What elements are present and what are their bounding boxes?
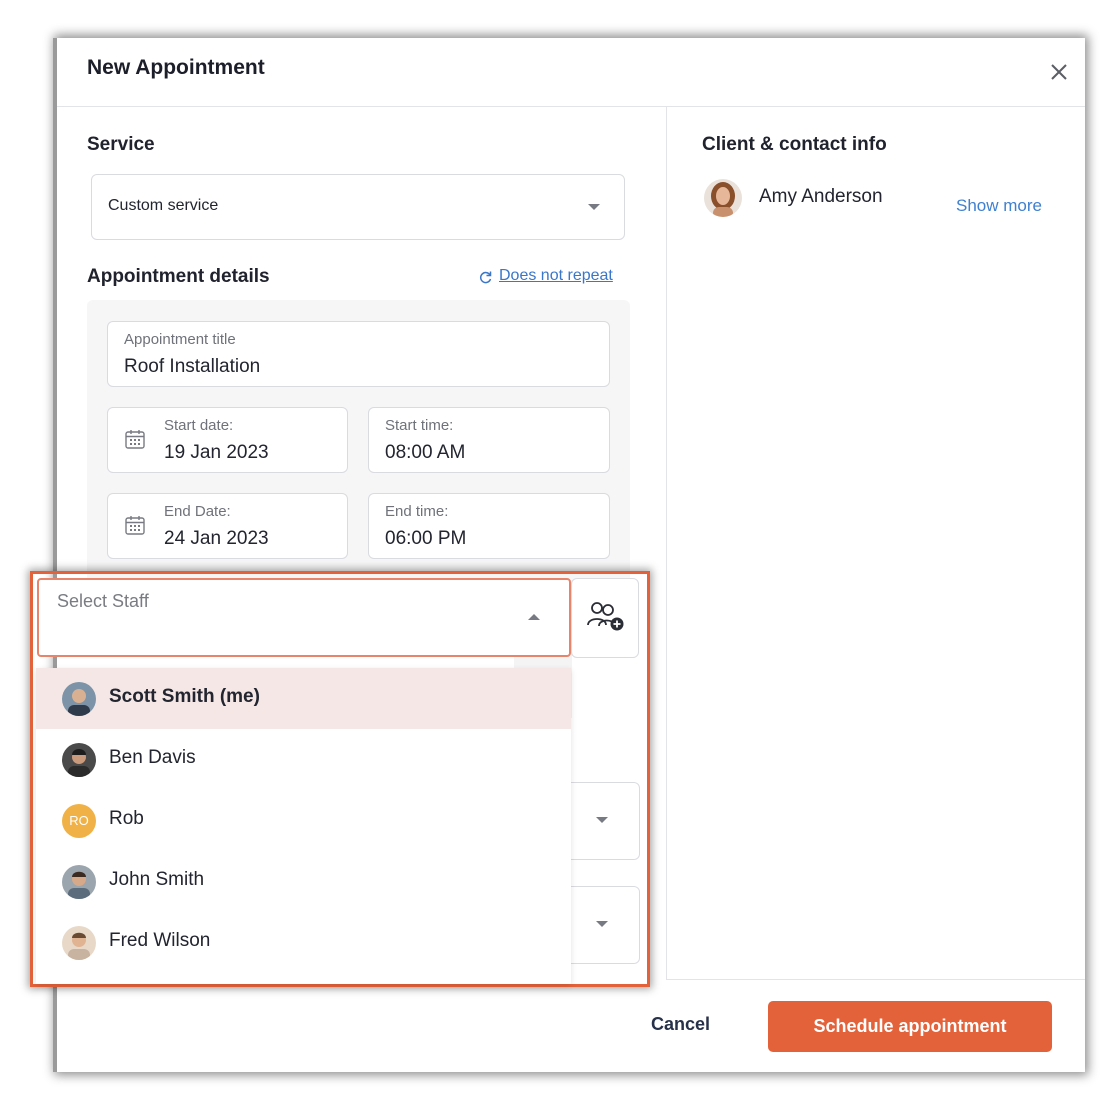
- staff-avatar: [62, 865, 96, 899]
- modal-header: New Appointment: [57, 38, 1085, 107]
- calendar-icon: [125, 430, 145, 449]
- staff-avatar: [62, 682, 96, 716]
- appointment-details-panel: Appointment title Roof Installation Star…: [87, 300, 630, 590]
- close-icon: [1051, 64, 1067, 80]
- staff-avatar: [62, 926, 96, 960]
- appointment-details-heading: Appointment details: [87, 266, 270, 287]
- chevron-up-icon: [528, 614, 540, 620]
- staff-option-name: Ben Davis: [109, 747, 196, 768]
- cancel-button[interactable]: Cancel: [651, 1014, 710, 1035]
- service-heading: Service: [87, 134, 155, 155]
- staff-option-name: Scott Smith (me): [109, 686, 260, 707]
- client-name: Amy Anderson: [759, 186, 883, 207]
- staff-option[interactable]: Fred Wilson: [36, 912, 571, 973]
- client-avatar: [704, 179, 742, 217]
- repeat-link[interactable]: Does not repeat: [499, 267, 613, 285]
- start-date-label: Start date:: [164, 417, 234, 434]
- staff-option[interactable]: Scott Smith (me): [36, 668, 571, 729]
- staff-option-name: Rob: [109, 808, 144, 829]
- repeat-icon: [479, 271, 492, 284]
- close-button[interactable]: [1045, 58, 1073, 86]
- staff-option[interactable]: John Smith: [36, 851, 571, 912]
- end-time-label: End time:: [385, 503, 449, 520]
- add-staff-button[interactable]: [571, 578, 639, 658]
- service-select[interactable]: Custom service: [91, 174, 625, 240]
- start-time-value: 08:00 AM: [385, 442, 466, 463]
- start-time-label: Start time:: [385, 417, 454, 434]
- add-user-icon: [587, 602, 624, 631]
- schedule-appointment-button[interactable]: Schedule appointment: [768, 1001, 1052, 1052]
- staff-option[interactable]: Ben Davis: [36, 729, 571, 790]
- start-date-field[interactable]: Start date: 19 Jan 2023: [107, 407, 348, 473]
- show-more-link[interactable]: Show more: [956, 196, 1042, 216]
- service-select-value: Custom service: [108, 197, 219, 214]
- staff-option[interactable]: RO Rob: [36, 790, 571, 851]
- chevron-down-icon: [588, 204, 600, 210]
- start-time-field[interactable]: Start time: 08:00 AM: [368, 407, 610, 473]
- end-time-value: 06:00 PM: [385, 528, 467, 549]
- footer-divider: [666, 979, 1085, 980]
- staff-initials-badge: RO: [62, 804, 96, 838]
- appointment-title-field[interactable]: Appointment title Roof Installation: [107, 321, 610, 387]
- start-date-value: 19 Jan 2023: [164, 442, 269, 463]
- end-date-value: 24 Jan 2023: [164, 528, 269, 549]
- staff-select-placeholder: Select Staff: [57, 591, 149, 611]
- column-divider: [666, 107, 667, 979]
- staff-option-name: John Smith: [109, 869, 205, 890]
- appointment-title-value: Roof Installation: [124, 356, 261, 377]
- end-date-label: End Date:: [164, 503, 231, 520]
- staff-option-name: Fred Wilson: [109, 930, 211, 951]
- modal-title: New Appointment: [87, 56, 265, 79]
- calendar-icon: [125, 516, 145, 535]
- client-heading: Client & contact info: [702, 134, 887, 155]
- appointment-title-label: Appointment title: [124, 331, 236, 348]
- end-date-field[interactable]: End Date: 24 Jan 2023: [107, 493, 348, 559]
- staff-select[interactable]: Select Staff: [37, 578, 571, 657]
- end-time-field[interactable]: End time: 06:00 PM: [368, 493, 610, 559]
- staff-dropdown-list: Scott Smith (me) Ben Davis RO Rob John S…: [36, 668, 571, 984]
- staff-avatar: [62, 743, 96, 777]
